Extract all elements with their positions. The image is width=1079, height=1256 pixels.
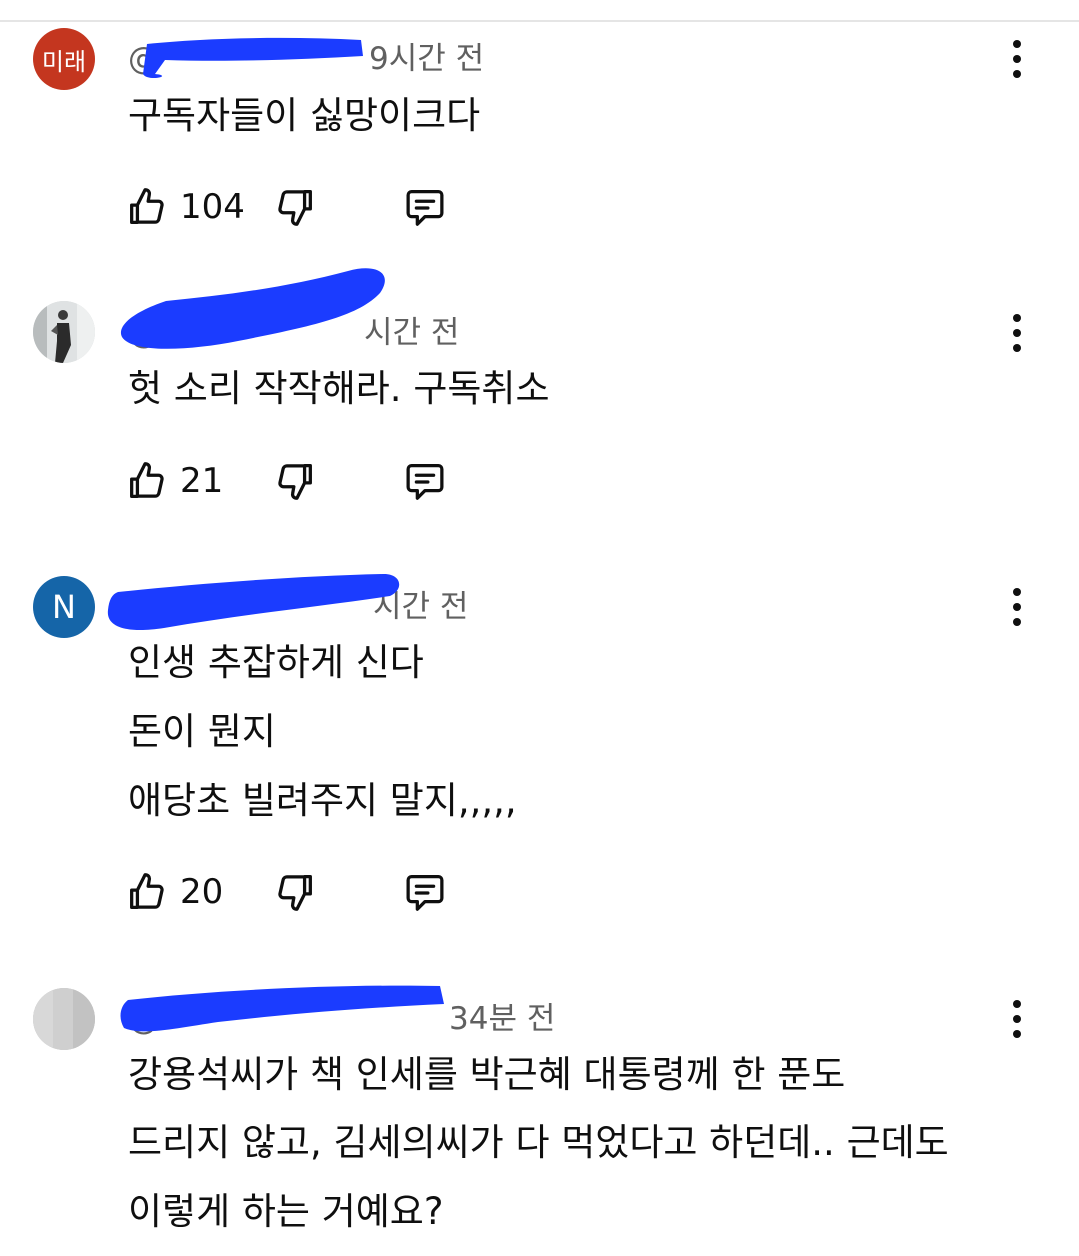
reply-comment-icon: [406, 875, 444, 911]
reply-button[interactable]: [402, 184, 448, 230]
avatar-photo: [33, 988, 95, 1050]
avatar-initials: N: [52, 588, 76, 626]
avatar-initials: 미래: [41, 47, 87, 76]
comment-menu-button[interactable]: [1004, 1000, 1030, 1038]
commenter-avatar[interactable]: 미래: [33, 28, 95, 90]
comment-text-line: 헛 소리 작작해라. 구독취소: [128, 367, 550, 410]
commenter-avatar[interactable]: N: [33, 576, 95, 638]
reply-comment-icon: [406, 464, 444, 500]
like-button[interactable]: 21: [124, 458, 223, 504]
dislike-button[interactable]: [272, 458, 318, 504]
reply-comment-icon: [406, 190, 444, 226]
top-divider: [0, 20, 1079, 22]
commenter-avatar[interactable]: [33, 988, 95, 1050]
more-vertical-icon: [1013, 40, 1021, 48]
comment-text-line: 드리지 않고, 김세의씨가 다 먹었다고 하던데.. 근데도: [128, 1121, 949, 1164]
thumbs-down-icon: [278, 875, 312, 911]
comment-text-line: 이렇게 하는 거예요?: [128, 1190, 444, 1233]
comment-timestamp: 9시간 전: [369, 41, 485, 77]
dislike-button[interactable]: [272, 869, 318, 915]
redaction-mark: [107, 574, 400, 630]
comment-text-line: 강용석씨가 책 인세를 박근혜 대통령께 한 푼도: [128, 1053, 846, 1096]
more-vertical-icon: [1013, 588, 1021, 596]
thumbs-down-icon: [278, 190, 312, 226]
comment-text-line: 인생 추잡하게 신다: [128, 641, 424, 684]
reply-button[interactable]: [402, 458, 448, 504]
comment-text-line: 돈이 뭔지: [128, 710, 276, 753]
like-button[interactable]: 20: [124, 869, 223, 915]
avatar-photo: [33, 301, 95, 363]
like-count: 20: [180, 872, 224, 912]
commenter-avatar[interactable]: [33, 301, 95, 363]
like-count: 21: [180, 461, 224, 501]
thumbs-up-icon: [130, 873, 164, 909]
thumbs-down-icon: [278, 464, 312, 500]
reply-button[interactable]: [402, 869, 448, 915]
comment-menu-button[interactable]: [1004, 40, 1030, 78]
comment-timestamp: 34분 전: [449, 1001, 556, 1037]
thumbs-up-icon: [130, 462, 164, 498]
redaction-mark: [143, 37, 363, 79]
like-count: 104: [180, 187, 245, 227]
more-vertical-icon: [1013, 314, 1021, 322]
comment-menu-button[interactable]: [1004, 588, 1030, 626]
dislike-button[interactable]: [272, 184, 318, 230]
comment-text-line: 애당초 빌려주지 말지,,,,,: [128, 779, 517, 822]
redaction-mark: [120, 985, 444, 1032]
like-button[interactable]: 104: [124, 184, 245, 230]
comment-menu-button[interactable]: [1004, 314, 1030, 352]
thumbs-up-icon: [130, 188, 164, 224]
more-vertical-icon: [1013, 1000, 1021, 1008]
redaction-mark: [120, 268, 385, 349]
comment-text-line: 구독자들이 싫망이크다: [128, 94, 481, 137]
